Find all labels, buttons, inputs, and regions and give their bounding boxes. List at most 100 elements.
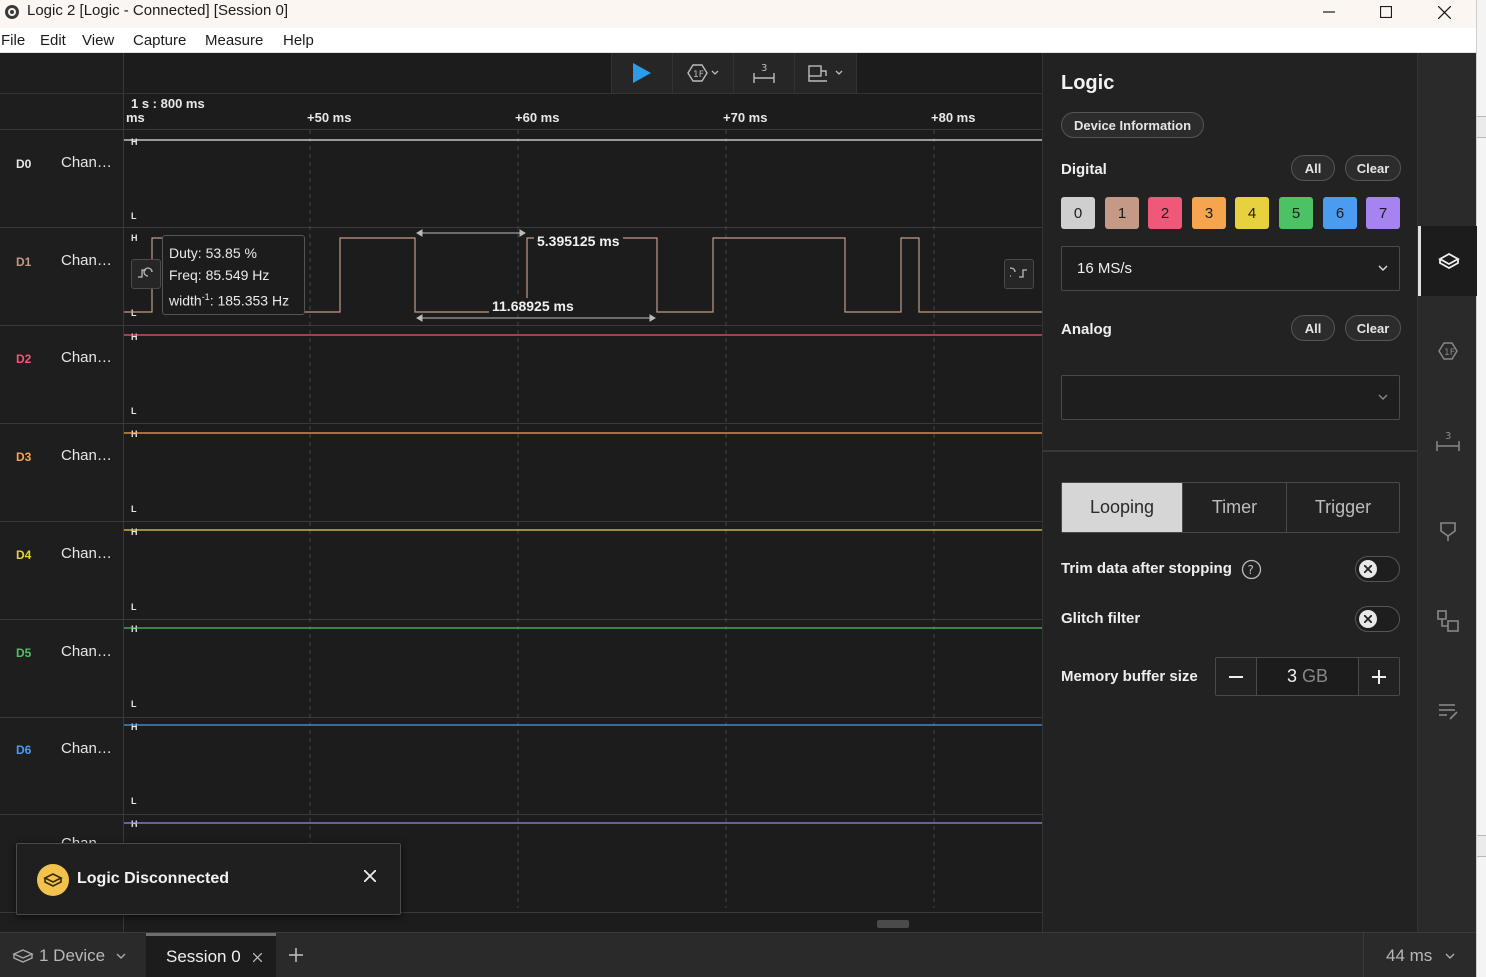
memory-increase-button[interactable] [1359, 658, 1399, 695]
digital-all-button[interactable]: All [1291, 155, 1335, 181]
period-marker [416, 314, 656, 322]
measurements-icon [1439, 522, 1456, 541]
toast-close-button[interactable] [360, 866, 380, 886]
digital-channel-toggle-1[interactable]: 1 [1105, 197, 1139, 229]
memory-buffer-stepper: 3 GB [1215, 657, 1400, 696]
zoom-level-selector[interactable]: 44 ms [1363, 933, 1476, 977]
background-window-mark [1477, 116, 1486, 138]
edge-nav-prev-button[interactable] [131, 259, 161, 289]
sidebar-extensions[interactable] [1418, 586, 1477, 656]
device-count-label: 1 Device [39, 945, 106, 965]
memory-buffer-label: Memory buffer size [1061, 668, 1198, 685]
analog-section-label: Analog [1061, 321, 1112, 338]
chevron-down-icon [1378, 265, 1388, 271]
session-tab-label: Session 0 [166, 947, 241, 966]
play-icon [633, 63, 651, 83]
mode-timer-button[interactable]: Timer [1183, 483, 1287, 532]
digital-sample-rate-value: 16 MS/s [1077, 260, 1133, 277]
svg-text:3: 3 [761, 63, 767, 74]
section-divider [1043, 450, 1418, 452]
plus-icon [1372, 669, 1387, 684]
edge-nav-next-button[interactable] [1004, 259, 1034, 289]
memory-decrease-button[interactable] [1216, 658, 1256, 695]
toggle-off-icon [1359, 610, 1377, 628]
digital-channel-toggle-4[interactable]: 4 [1235, 197, 1269, 229]
timing-marker-button[interactable]: 3 [734, 53, 795, 93]
analog-all-button[interactable]: All [1291, 315, 1335, 341]
sidebar-device-settings[interactable] [1418, 226, 1477, 296]
panel-title: Logic [1061, 72, 1115, 94]
digital-channel-toggle-6[interactable]: 6 [1323, 197, 1357, 229]
mode-trigger-button[interactable]: Trigger [1287, 483, 1399, 532]
digital-channel-toggle-3[interactable]: 3 [1192, 197, 1226, 229]
close-window-button[interactable] [1421, 0, 1467, 24]
svg-text:?: ? [1248, 563, 1254, 577]
edge-nav-icon [1010, 267, 1027, 278]
digital-section-label: Digital [1061, 161, 1107, 178]
toast-message: Logic Disconnected [77, 870, 230, 887]
measurement-icon [807, 65, 842, 82]
device-settings-panel: Logic Device Information Digital All Cle… [1042, 53, 1418, 932]
trim-data-toggle[interactable] [1355, 556, 1400, 582]
maximize-icon [1380, 6, 1392, 18]
measurement-tooltip: Duty: 53.85 % Freq: 85.549 Hz width-1: 1… [162, 235, 305, 315]
bottom-bar: 1 Device Session 0 44 ms [0, 932, 1476, 977]
device-selector-button[interactable]: 1 Device [0, 933, 146, 977]
glitch-filter-toggle[interactable] [1355, 606, 1400, 632]
minimize-button[interactable] [1306, 0, 1352, 24]
sidebar-notes[interactable] [1418, 676, 1477, 746]
close-icon [1437, 5, 1451, 19]
duty-cycle-value: Duty: 53.85 % [169, 245, 257, 261]
menu-help[interactable]: Help [283, 32, 314, 49]
sidebar-measurements[interactable] [1418, 496, 1477, 566]
digital-sample-rate-select[interactable]: 16 MS/s [1061, 246, 1400, 291]
mode-looping-button[interactable]: Looping [1062, 483, 1183, 532]
title-bar: Logic 2 [Logic - Connected] [Session 0] [0, 0, 1476, 28]
trim-data-label: Trim data after stopping [1061, 560, 1232, 577]
menu-view[interactable]: View [82, 32, 114, 49]
svg-text:1F: 1F [1444, 348, 1455, 358]
zoom-level-label: 44 ms [1386, 945, 1433, 965]
menu-edit[interactable]: Edit [40, 32, 66, 49]
disconnect-toast: Logic Disconnected [16, 843, 401, 915]
logic-app-icon [5, 5, 19, 19]
sidebar-timing-markers[interactable]: 3 [1418, 406, 1477, 476]
analyzer-menu-button[interactable]: 1F [673, 53, 734, 93]
horizontal-scrollbar-thumb[interactable] [877, 920, 909, 928]
pulse-width-label: 5.395125 ms [534, 233, 623, 249]
window-title: Logic 2 [Logic - Connected] [Session 0] [27, 2, 288, 19]
timing-markers-icon: 3 [1435, 431, 1460, 451]
timing-marker-icon: 3 [753, 63, 775, 83]
svg-text:3: 3 [1445, 431, 1451, 442]
digital-clear-button[interactable]: Clear [1345, 155, 1401, 181]
waveform-area[interactable]: 1 s : 800 ms ms +50 ms +60 ms +70 ms +80… [0, 53, 1042, 932]
minus-icon [1228, 675, 1243, 678]
inverse-width-value: width-1: 185.353 Hz [169, 292, 290, 309]
start-capture-button[interactable] [612, 53, 673, 93]
frequency-value: Freq: 85.549 Hz [169, 267, 270, 283]
digital-channel-toggle-7[interactable]: 7 [1366, 197, 1400, 229]
add-session-button[interactable] [284, 943, 308, 967]
analog-sample-rate-select[interactable] [1061, 375, 1400, 420]
extensions-icon [1436, 610, 1459, 632]
close-icon [364, 870, 376, 882]
memory-buffer-value[interactable]: 3 GB [1255, 658, 1360, 695]
close-tab-icon[interactable] [252, 952, 262, 962]
capture-mode-group: Looping Timer Trigger [1061, 482, 1400, 533]
digital-channel-toggle-0[interactable]: 0 [1061, 197, 1095, 229]
session-tab[interactable]: Session 0 [146, 933, 276, 977]
device-status-icon [37, 864, 69, 896]
menu-measure[interactable]: Measure [205, 32, 263, 49]
menu-file[interactable]: File [1, 32, 25, 49]
digital-channel-toggle-2[interactable]: 2 [1148, 197, 1182, 229]
menu-capture[interactable]: Capture [133, 32, 186, 49]
digital-channel-toggle-5[interactable]: 5 [1279, 197, 1313, 229]
help-icon[interactable]: ? [1241, 559, 1262, 580]
analog-clear-button[interactable]: Clear [1345, 315, 1401, 341]
plus-icon [289, 948, 303, 962]
sidebar-analyzers[interactable]: 1F [1418, 316, 1477, 386]
measurement-menu-button[interactable] [795, 53, 856, 93]
maximize-button[interactable] [1363, 0, 1409, 24]
device-information-button[interactable]: Device Information [1061, 112, 1204, 138]
analyzer-icon: 1F [687, 64, 719, 82]
